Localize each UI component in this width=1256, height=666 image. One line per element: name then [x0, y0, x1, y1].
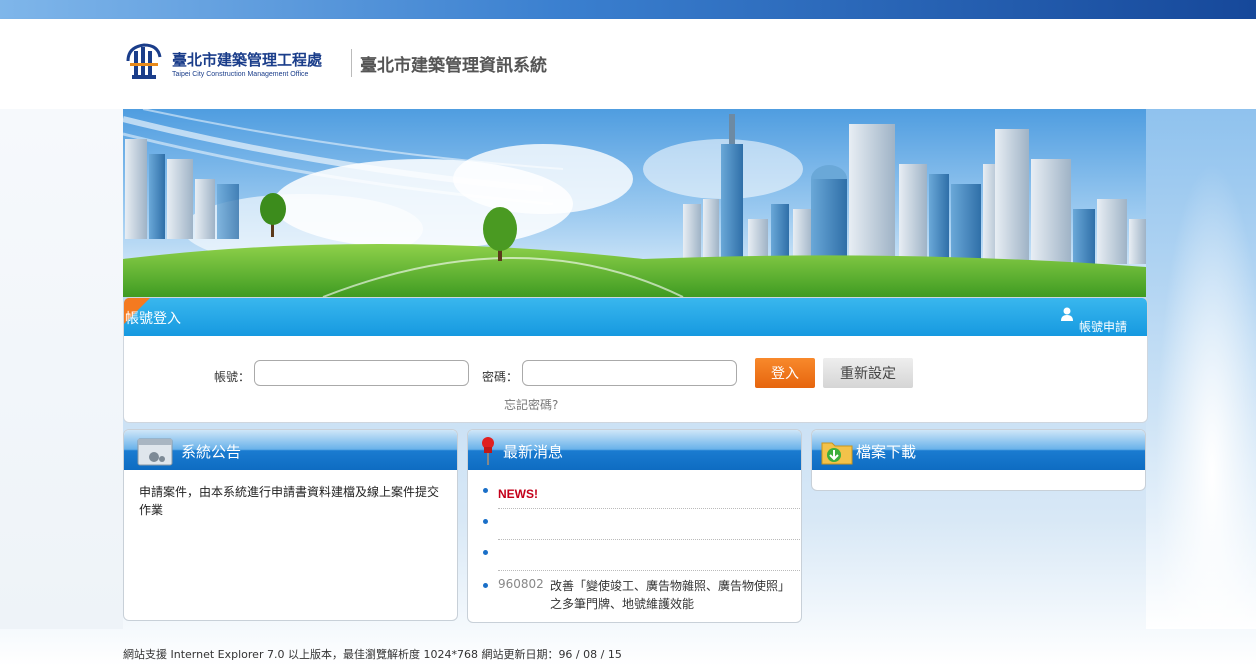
footer-note: 網站支援 Internet Explorer 7.0 以上版本，最佳瀏覽解析度 …	[123, 648, 622, 661]
header-divider	[351, 49, 352, 77]
password-label: 密碼：	[482, 370, 519, 384]
news-panel-header: 最新消息	[468, 430, 801, 470]
user-icon	[1061, 307, 1073, 321]
news-item[interactable]	[483, 540, 800, 571]
system-title: 臺北市建築管理資訊系統	[360, 56, 547, 76]
notice-text: 申請案件，由本系統進行申請書資料建檔及線上案件提交作業	[139, 485, 440, 517]
bullet-icon	[483, 488, 488, 493]
downloads-panel: 檔案下載	[811, 429, 1146, 491]
forgot-password-link[interactable]: 忘記密碼?	[504, 396, 558, 413]
top-gradient-bar	[0, 0, 1256, 19]
news-panel: 最新消息 NEWS! 960802 改善「變使竣工、廣告物雜照、廣告物使照」之多…	[467, 429, 802, 623]
login-button[interactable]: 登入	[755, 358, 815, 388]
notice-panel-header: 系統公告	[124, 430, 457, 470]
login-title: 帳號登入	[125, 311, 181, 327]
notice-title: 系統公告	[181, 443, 242, 461]
news-text[interactable]: 改善「變使竣工、廣告物雜照、廣告物使照」之多筆門牌、地號維護效能	[550, 577, 800, 613]
bullet-icon	[483, 583, 488, 588]
login-panel: 帳號登入 帳號申請 帳號： 密碼： 登入 重新設定 忘記密碼?	[123, 297, 1148, 423]
news-date: 960802	[498, 577, 544, 591]
download-folder-icon	[821, 442, 853, 465]
account-input[interactable]	[254, 360, 469, 386]
account-apply-link[interactable]: 帳號申請	[1079, 318, 1127, 335]
right-sky-background	[1146, 109, 1256, 629]
bullet-icon	[483, 519, 488, 524]
org-name-english: Taipei City Construction Management Offi…	[172, 71, 309, 78]
login-header: 帳號登入 帳號申請	[124, 298, 1147, 336]
news-item[interactable]: NEWS!	[483, 478, 800, 509]
downloads-panel-header: 檔案下載	[812, 430, 1145, 470]
news-badge[interactable]: NEWS!	[498, 487, 538, 501]
notice-folder-icon	[137, 438, 173, 466]
news-item[interactable]: 960802 改善「變使竣工、廣告物雜照、廣告物使照」之多筆門牌、地號維護效能	[483, 571, 800, 615]
notice-panel: 系統公告 申請案件，由本系統進行申請書資料建檔及線上案件提交作業	[123, 429, 458, 621]
reset-button[interactable]: 重新設定	[823, 358, 913, 388]
tcmo-logo-icon	[126, 43, 162, 79]
password-input[interactable]	[522, 360, 737, 386]
org-name: 臺北市建築管理工程處	[172, 51, 323, 69]
pushpin-icon	[482, 437, 494, 465]
news-item[interactable]	[483, 509, 800, 540]
site-header: 臺北市建築管理工程處 Taipei City Construction Mana…	[0, 19, 1256, 109]
news-list: NEWS! 960802 改善「變使竣工、廣告物雜照、廣告物使照」之多筆門牌、地…	[482, 478, 800, 615]
city-banner-image	[123, 109, 1146, 297]
account-label: 帳號：	[214, 370, 251, 384]
left-background	[0, 109, 123, 629]
bullet-icon	[483, 550, 488, 555]
downloads-title: 檔案下載	[856, 443, 917, 461]
news-title: 最新消息	[503, 443, 564, 461]
